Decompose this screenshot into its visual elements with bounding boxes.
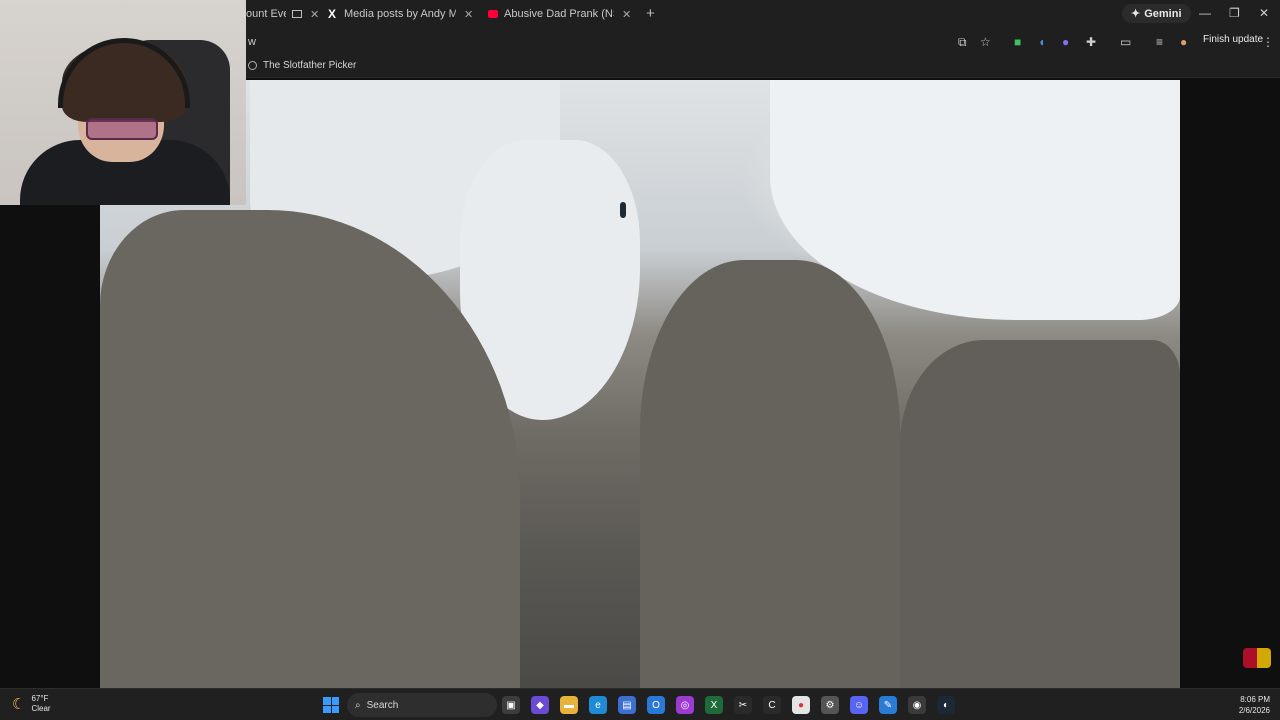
restore-icon[interactable]: ❐ [1229, 6, 1240, 20]
app-icon[interactable]: ✎ [879, 696, 897, 714]
ccleaner-icon[interactable]: C [763, 696, 781, 714]
file-explorer-icon[interactable]: ▬ [560, 696, 578, 714]
bookmark-star-icon[interactable]: ☆ [980, 35, 991, 49]
task-view-icon[interactable]: ▣ [502, 696, 520, 714]
weather-temp: 67°F [31, 694, 49, 703]
tab-youtube-video[interactable]: Abusive Dad Prank (NSFW) - YouTube ✕ [488, 4, 636, 24]
taskbar: ☾ 67°F Clear ⌕ Search ▣ ◆ ▬ e ▤ O ◎ X ✂ … [0, 688, 1280, 720]
side-panel-icon[interactable]: ▭ [1120, 35, 1131, 49]
youtube-icon [488, 10, 498, 18]
tab-title: Abusive Dad Prank (NSFW) - YouTube [504, 8, 614, 20]
reader-mode-icon[interactable] [292, 10, 302, 18]
outlook-icon[interactable]: O [647, 696, 665, 714]
taskbar-clock[interactable]: 8:06 PM 2/6/2026 [1226, 694, 1270, 716]
weather-widget[interactable]: ☾ 67°F Clear [12, 694, 51, 714]
excel-icon[interactable]: X [705, 696, 723, 714]
bookmark-label: The Slotfather Picker [263, 60, 357, 71]
install-app-icon[interactable]: ⧉ [958, 35, 967, 50]
search-icon: ⌕ [355, 699, 361, 711]
more-menu-icon[interactable]: ⋮ [1262, 35, 1274, 49]
copilot-icon[interactable]: ◆ [531, 696, 549, 714]
globe-icon [248, 61, 257, 70]
start-button[interactable] [323, 697, 339, 713]
watermark-logo [1243, 648, 1271, 668]
minimize-icon[interactable]: — [1199, 6, 1211, 20]
extension-icon[interactable]: ● [1062, 35, 1069, 49]
app-icon[interactable]: ◎ [676, 696, 694, 714]
discord-icon[interactable]: ☺ [850, 696, 868, 714]
moon-icon: ☾ [12, 696, 26, 713]
steam-icon[interactable]: ◐ [937, 696, 955, 714]
close-icon[interactable]: ✕ [464, 8, 473, 21]
weather-condition: Clear [31, 704, 51, 713]
obs-icon[interactable]: ◉ [908, 696, 926, 714]
tab-search-icon[interactable]: ≡ [1156, 35, 1163, 49]
tab-everest[interactable]: ount Everest ✕ [246, 4, 320, 24]
webcam-overlay [0, 0, 246, 205]
tab-title: Media posts by Andy Milonakis [344, 8, 457, 20]
finish-update-button[interactable]: Finish update [1203, 34, 1263, 45]
address-bar[interactable]: w [248, 36, 256, 48]
bookmark-item[interactable]: The Slotfather Picker [248, 60, 356, 71]
extension-icon[interactable]: ■ [1014, 35, 1021, 49]
time: 8:06 PM [1240, 695, 1270, 704]
tab-andy-milonakis[interactable]: X Media posts by Andy Milonakis ✕ [328, 4, 478, 24]
video-player[interactable] [100, 80, 1180, 688]
climber-figure [620, 202, 626, 218]
new-tab-button[interactable]: + [646, 5, 655, 22]
store-icon[interactable]: ▤ [618, 696, 636, 714]
chrome-icon[interactable]: ● [792, 696, 810, 714]
rock-face [100, 210, 520, 688]
x-logo-icon: X [328, 7, 337, 21]
close-icon[interactable]: ✕ [622, 8, 631, 21]
edge-icon[interactable]: e [589, 696, 607, 714]
profile-avatar[interactable]: ● [1180, 35, 1187, 49]
extension-icon[interactable]: ◖ [1038, 35, 1045, 49]
sparkle-icon: ✦ [1131, 8, 1141, 20]
extensions-puzzle-icon[interactable]: ✚ [1086, 35, 1096, 49]
close-window-icon[interactable]: ✕ [1259, 6, 1269, 20]
gemini-label: Gemini [1144, 7, 1182, 20]
gemini-button[interactable]: ✦ Gemini [1122, 4, 1191, 23]
rock-ridge [900, 340, 1180, 688]
capcut-icon[interactable]: ✂ [734, 696, 752, 714]
tab-title: ount Everest [246, 8, 286, 20]
close-icon[interactable]: ✕ [310, 8, 319, 21]
date: 2/6/2026 [1238, 706, 1270, 715]
search-placeholder: Search [366, 699, 399, 711]
rock-ridge [640, 260, 900, 688]
taskbar-search[interactable]: ⌕ Search [347, 693, 497, 717]
settings-icon[interactable]: ⚙ [821, 696, 839, 714]
glasses [86, 118, 158, 140]
